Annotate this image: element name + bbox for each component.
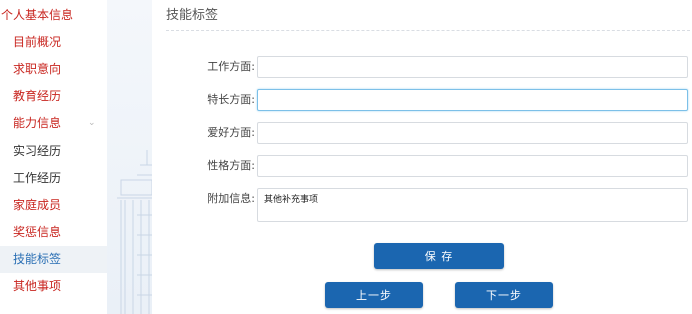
chevron-down-icon: ⌄ [88, 118, 96, 128]
sidebar-item-label: 能力信息 [13, 116, 62, 130]
specialty-label: 特长方面: [207, 93, 255, 106]
sidebar-item-basic-info[interactable]: 个人基本信息 [0, 2, 107, 29]
work-aspect-label: 工作方面: [207, 60, 255, 73]
sidebar-item-work[interactable]: 工作经历 [0, 165, 107, 192]
save-button[interactable]: 保 存 [374, 243, 504, 269]
personality-label: 性格方面: [207, 159, 255, 172]
work-aspect-input[interactable] [257, 56, 688, 78]
sidebar-item-ability[interactable]: 能力信息 ⌄ [0, 110, 107, 137]
sidebar-item-rewards[interactable]: 奖惩信息 [0, 219, 107, 246]
sidebar-item-education[interactable]: 教育经历 [0, 83, 107, 110]
sidebar: 个人基本信息 目前概况 求职意向 教育经历 能力信息 ⌄ 实习经历 工作经历 家… [0, 0, 107, 314]
sidebar-item-current-status[interactable]: 目前概况 [0, 29, 107, 56]
extra-info-label: 附加信息: [207, 192, 255, 205]
sidebar-item-family[interactable]: 家庭成员 [0, 192, 107, 219]
hobby-input[interactable] [257, 122, 688, 144]
personality-input[interactable] [257, 155, 688, 177]
title-divider [166, 30, 690, 31]
sidebar-item-internship[interactable]: 实习经历 [0, 138, 107, 165]
specialty-input[interactable] [257, 89, 688, 111]
page-title: 技能标签 [166, 8, 219, 23]
sidebar-item-job-intention[interactable]: 求职意向 [0, 56, 107, 83]
sidebar-item-skill-tags[interactable]: 技能标签 [0, 246, 107, 273]
prev-step-button[interactable]: 上一步 [325, 282, 423, 308]
building-icon [117, 150, 152, 314]
hobby-label: 爱好方面: [207, 126, 255, 139]
building-illustration [107, 0, 152, 314]
next-step-button[interactable]: 下一步 [455, 282, 553, 308]
extra-info-textarea[interactable]: 其他补充事项 [257, 188, 688, 222]
sidebar-item-other[interactable]: 其他事项 [0, 273, 107, 300]
